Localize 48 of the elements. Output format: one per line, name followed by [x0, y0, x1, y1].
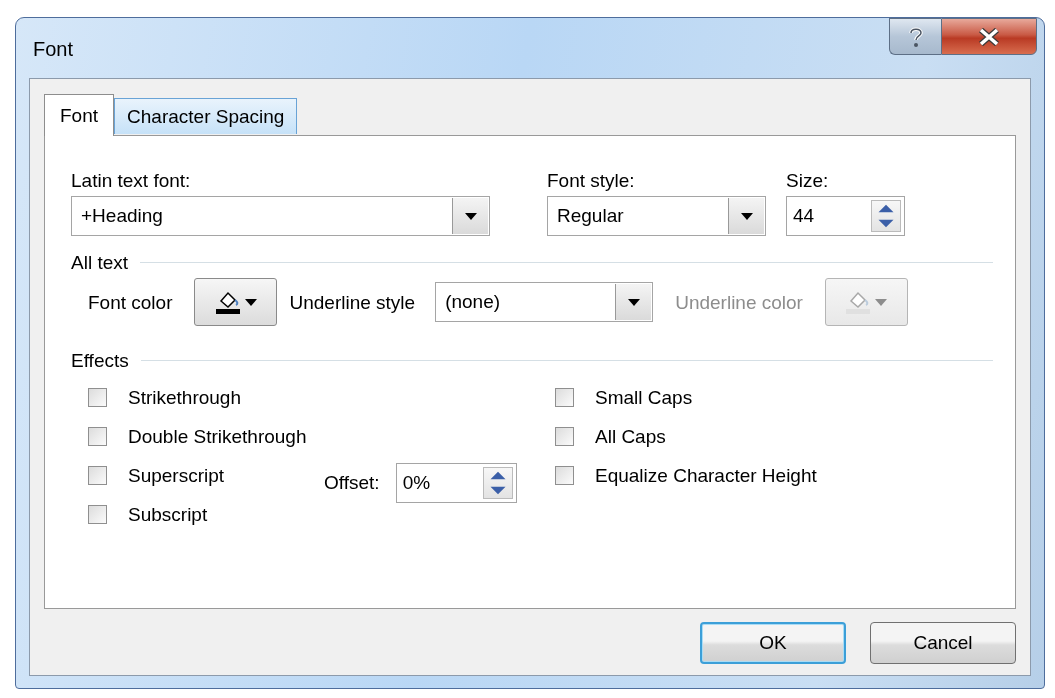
- dropdown-button[interactable]: [615, 284, 652, 320]
- dialog-button[interactable]: Cancel: [870, 622, 1016, 664]
- checkbox-label: Small Caps: [595, 386, 693, 410]
- help-button[interactable]: [889, 18, 941, 55]
- field-label: Underline color: [675, 290, 803, 315]
- checkbox[interactable]: [555, 427, 574, 446]
- section-heading: Effects: [71, 349, 129, 373]
- offset-spinbox[interactable]: 0%: [395, 462, 517, 503]
- paint-bucket-icon: [845, 289, 872, 315]
- field-label: Underline style: [289, 290, 416, 315]
- checkbox[interactable]: [555, 388, 574, 407]
- underline-style-dropdown[interactable]: (none): [435, 282, 654, 322]
- tab[interactable]: Font: [44, 94, 115, 136]
- checkbox-label: Superscript: [128, 464, 225, 488]
- field-label: Font color: [88, 290, 173, 315]
- field-label: Offset:: [324, 471, 380, 495]
- caret-icon: [740, 212, 753, 220]
- size-spinbox[interactable]: 44: [786, 196, 905, 236]
- caret-icon: [875, 298, 888, 306]
- close-button[interactable]: [941, 18, 1037, 55]
- font-style-dropdown[interactable]: Regular: [547, 196, 766, 236]
- checkbox[interactable]: [555, 466, 574, 485]
- checkbox[interactable]: [88, 427, 107, 446]
- caret-icon: [245, 298, 257, 306]
- field-label: Latin text font:: [71, 169, 192, 193]
- font-dropdown[interactable]: +Heading: [71, 196, 490, 236]
- checkbox-label: Equalize Character Height: [595, 464, 817, 488]
- font-color-button[interactable]: [194, 278, 278, 326]
- checkbox[interactable]: [88, 505, 107, 524]
- dropdown-button[interactable]: [452, 198, 488, 234]
- caret-icon: [627, 298, 640, 306]
- help-icon: [907, 25, 924, 48]
- checkbox-label: All Caps: [595, 425, 666, 449]
- field-label: Size:: [786, 169, 830, 193]
- tab[interactable]: Character Spacing: [114, 98, 298, 134]
- checkbox[interactable]: [88, 466, 107, 485]
- section-heading: All text: [71, 251, 129, 275]
- checkbox-label: Double Strikethrough: [128, 425, 307, 449]
- checkbox[interactable]: [88, 388, 107, 407]
- field-label: Font style:: [547, 169, 636, 193]
- dialog-button[interactable]: OK: [700, 622, 846, 664]
- checkbox-label: Strikethrough: [128, 386, 241, 410]
- close-icon: [978, 27, 1000, 46]
- checkbox-label: Subscript: [128, 503, 208, 527]
- paint-bucket-icon: [215, 289, 241, 315]
- window-title: Font: [33, 38, 74, 61]
- caret-icon: [464, 212, 477, 220]
- dropdown-button[interactable]: [728, 198, 764, 234]
